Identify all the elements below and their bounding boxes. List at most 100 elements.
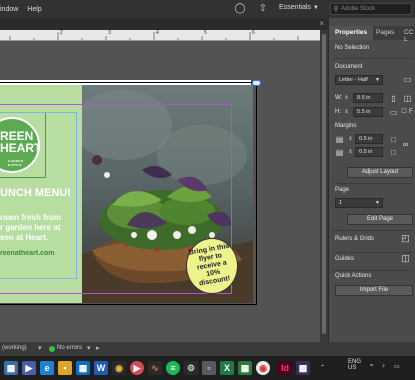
menu-help[interactable]: Help <box>27 6 41 13</box>
tab-cc-libraries[interactable]: CC L <box>404 29 415 43</box>
chevron-down-icon: ▼ <box>312 5 319 11</box>
page-label: Page <box>335 187 350 193</box>
volume-icon[interactable]: ♪ <box>382 363 385 369</box>
tab-properties[interactable]: Properties <box>335 29 367 36</box>
discount-badge[interactable]: Bring in this flyer to receive a 10% dis… <box>186 238 238 294</box>
battery-icon[interactable]: ▭ <box>394 363 400 370</box>
document-tab-strip: × <box>0 18 328 30</box>
selection-status: No Selection <box>335 45 370 51</box>
close-icon[interactable]: × <box>319 19 324 28</box>
landscape-icon[interactable]: ▭ <box>389 108 398 117</box>
properties-panel: Properties Pages CC L No Selection Docum… <box>328 18 415 342</box>
green-heart-logo: REEN HEART GARDEN · BISTRO <box>0 117 40 173</box>
ruler-label: 4 <box>156 30 159 36</box>
app-icon[interactable]: ◉ <box>112 361 126 375</box>
page-status: (working) <box>2 345 27 351</box>
flyer-body[interactable]: rown fresh from r garden here at een at … <box>0 213 82 243</box>
tray-chevron-icon[interactable]: ⌃ <box>320 364 325 371</box>
menu-bar: indow Help ◯ ⇧ Essentials ▼ ⚲ Adobe Stock <box>0 0 415 18</box>
divider <box>333 58 413 59</box>
green-app-icon[interactable]: ▦ <box>238 361 252 375</box>
windows-taskbar: ▦ ▶ e ▪ ▦ W ◉ ▶ ∿ ≡ ⚙ ▫ X ▦ ◉ Id ▩ ⌃ ENG… <box>0 356 415 380</box>
dropdown-arrow-icon[interactable]: ▾ <box>38 344 42 352</box>
workspace-label: Essentials <box>279 4 311 11</box>
ruler-icon[interactable]: ◰ <box>401 234 410 243</box>
margin-bottom-field[interactable]: 0.5 in <box>355 147 383 157</box>
activity-icon[interactable]: ∿ <box>148 361 162 375</box>
menu-window[interactable]: indow <box>0 6 18 13</box>
lightbulb-icon[interactable]: ◯ <box>234 3 246 15</box>
portrait-icon[interactable]: ▯ <box>389 94 398 103</box>
stepper-icon[interactable]: ⇕ <box>342 108 351 117</box>
body-line: een at Heart. <box>0 233 49 242</box>
document-preset-select[interactable]: Letter - Half ▼ <box>335 75 383 85</box>
edge-icon[interactable]: e <box>40 361 54 375</box>
pinned-app-icon[interactable]: ▫ <box>202 361 216 375</box>
stepper-icon[interactable]: ⇕ <box>346 135 355 144</box>
stepper-icon[interactable]: ⇕ <box>342 94 351 103</box>
vertical-scrollbar[interactable] <box>320 30 328 342</box>
stepper-icon[interactable]: ⇕ <box>346 148 355 157</box>
ruler-label: 5 <box>204 30 207 36</box>
page-select-value: 1 <box>339 200 343 206</box>
horizontal-ruler[interactable]: 2 3 4 5 6 <box>0 30 328 41</box>
panel-tab-bar: Properties Pages CC L <box>329 26 415 43</box>
ruler-label: 3 <box>108 30 111 36</box>
body-line: rown fresh from <box>0 213 61 222</box>
excel-icon[interactable]: X <box>220 361 234 375</box>
store-icon[interactable]: ▦ <box>76 361 90 375</box>
search-placeholder: Adobe Stock <box>341 6 376 12</box>
chevron-down-icon: ▼ <box>375 200 380 206</box>
facing-label: F <box>409 109 413 115</box>
menu-arrow-icon[interactable]: ▸ <box>96 344 100 352</box>
edit-page-button[interactable]: Edit Page <box>347 214 413 225</box>
media-icon[interactable]: ▶ <box>130 361 144 375</box>
ruler-label: 2 <box>60 30 63 36</box>
rulers-grids-label: Rulers & Grids <box>335 236 375 242</box>
scrollbar-thumb[interactable] <box>322 34 326 334</box>
link-margins-icon[interactable]: ∞ <box>401 140 410 149</box>
logo-frame[interactable]: REEN HEART GARDEN · BISTRO <box>0 112 46 178</box>
share-icon[interactable]: ⇧ <box>257 3 269 15</box>
flyer-headline[interactable]: UNCH MENU! <box>0 187 82 199</box>
orientation-icon[interactable]: ▭ <box>403 75 412 84</box>
height-field[interactable]: 5.5 in <box>353 107 383 117</box>
word-icon[interactable]: W <box>94 361 108 375</box>
divider <box>333 230 413 231</box>
dropdown-arrow-icon[interactable]: ▾ <box>87 344 91 352</box>
ruler-label: 6 <box>252 30 255 36</box>
network-icon[interactable]: ≈ <box>370 363 373 369</box>
page-select[interactable]: 1 ▼ <box>335 198 383 208</box>
margin-left-icon: □ <box>391 135 396 144</box>
workspace-switcher[interactable]: Essentials ▼ <box>279 4 319 11</box>
chrome-icon[interactable]: ◉ <box>256 361 270 375</box>
facing-checkbox[interactable]: ☐ <box>401 108 407 117</box>
guides-icon[interactable]: ◫ <box>401 254 410 263</box>
settings-icon[interactable]: ⚙ <box>184 361 198 375</box>
indesign-icon[interactable]: Id <box>278 361 292 375</box>
adobe-stock-search[interactable]: ⚲ Adobe Stock <box>330 3 412 15</box>
language-indicator[interactable]: ENG US <box>348 359 361 371</box>
status-bar: (working) ▾ No errors ▾ ▸ <box>0 342 415 356</box>
margins-label: Margins <box>335 123 357 129</box>
tab-pages[interactable]: Pages <box>376 29 394 36</box>
chevron-down-icon: ▼ <box>375 77 380 83</box>
flyer-website[interactable]: reenatheart.com <box>0 250 82 257</box>
divider <box>333 270 413 271</box>
adjust-layout-button[interactable]: Adjust Layout <box>347 167 413 178</box>
meet-icon[interactable]: ▶ <box>22 361 36 375</box>
body-line: r garden here at <box>0 223 61 232</box>
import-file-button[interactable]: Import File <box>335 285 413 296</box>
file-explorer-icon[interactable]: ▪ <box>58 361 72 375</box>
margin-right-icon: □ <box>391 148 396 157</box>
app-icon[interactable]: ▩ <box>296 361 310 375</box>
width-field[interactable]: 8.5 in <box>353 93 383 103</box>
document-preset-value: Letter - Half <box>339 77 368 83</box>
spotify-icon[interactable]: ≡ <box>166 361 180 375</box>
link-icon[interactable] <box>252 80 261 86</box>
facing-pages-icon[interactable]: ◫ <box>403 94 412 103</box>
taskview-icon[interactable]: ▦ <box>4 361 18 375</box>
preflight-errors[interactable]: No errors <box>57 345 82 351</box>
margin-top-field[interactable]: 0.5 in <box>355 134 383 144</box>
badge-text: Bring in this flyer to receive a 10% dis… <box>188 242 231 288</box>
